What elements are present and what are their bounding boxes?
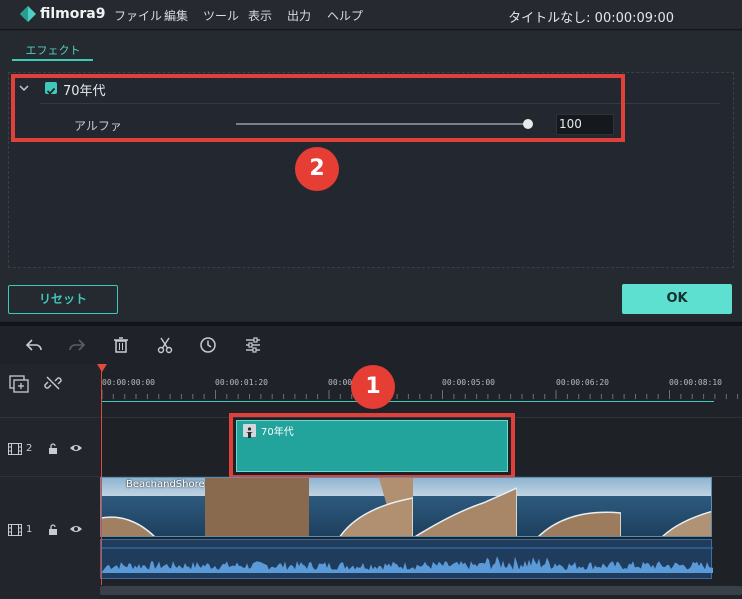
effect-settings-panel: エフェクト 70年代 アルファ 100 2 リセット OK: [0, 31, 742, 321]
menu-help[interactable]: ヘルプ: [327, 7, 363, 24]
redo-icon[interactable]: [67, 335, 87, 355]
lock-icon[interactable]: [48, 524, 58, 536]
highlight-box-1: [229, 413, 515, 479]
ruler-tick-label: 00:00:05:00: [442, 378, 495, 387]
reset-button[interactable]: リセット: [8, 285, 118, 314]
ruler-tick-label: 00:00:06:20: [556, 378, 609, 387]
cut-icon[interactable]: [155, 335, 175, 355]
filmora-logo-icon: [20, 6, 36, 22]
ruler-tick-label: 00:00:01:20: [215, 378, 268, 387]
ruler-tick-label: 00:00:08:10: [669, 378, 722, 387]
highlight-box-2: [11, 74, 625, 142]
menu-tools[interactable]: ツール: [203, 7, 239, 24]
filmora-editor-window: filmora9 ファイル 編集 ツール 表示 出力 ヘルプ タイトルなし: 0…: [0, 0, 742, 599]
eye-icon[interactable]: [69, 524, 83, 534]
menu-export[interactable]: 出力: [287, 7, 311, 24]
unlink-icon[interactable]: [44, 374, 62, 392]
eye-icon[interactable]: [69, 443, 83, 453]
playhead-handle[interactable]: [97, 364, 107, 372]
track-1-header: 1: [8, 521, 98, 541]
menu-view[interactable]: 表示: [248, 7, 272, 24]
menu-file[interactable]: ファイル: [114, 7, 162, 24]
film-track-icon: [8, 524, 22, 536]
ok-button[interactable]: OK: [622, 284, 732, 314]
delete-icon[interactable]: [111, 335, 131, 355]
menu-edit[interactable]: 編集: [164, 7, 188, 24]
timeline-toolbar: [0, 326, 742, 364]
video-clip-beach[interactable]: BeachandShore: [100, 477, 712, 537]
ruler-tick-label: 00:00:00:00: [102, 378, 155, 387]
render-progress-line: [102, 401, 714, 402]
film-track-icon: [8, 443, 22, 455]
track-header-column: 2 1: [0, 364, 100, 599]
annotation-badge-2: 2: [295, 147, 339, 191]
duration-clock-icon[interactable]: [198, 335, 218, 355]
ruler-ticks: [101, 390, 739, 399]
menu-bar: filmora9 ファイル 編集 ツール 表示 出力 ヘルプ タイトルなし: 0…: [0, 0, 742, 30]
track-2-header: 2: [8, 440, 98, 460]
add-track-icon[interactable]: [9, 375, 29, 393]
audio-waveform: [101, 547, 713, 573]
annotation-badge-1: 1: [351, 365, 395, 409]
timeline-ruler[interactable]: 00:00:00:00 00:00:01:20 00:00:03:10 00:0…: [100, 364, 742, 406]
playhead-line[interactable]: [101, 370, 102, 585]
video-clip-label: BeachandShore: [126, 479, 205, 490]
audio-clip-beach[interactable]: [100, 539, 713, 579]
tab-effect-underline: [12, 59, 93, 61]
app-name: filmora9: [40, 6, 106, 22]
undo-icon[interactable]: [24, 335, 44, 355]
timeline-horizontal-scrollbar[interactable]: [100, 586, 742, 595]
project-title: タイトルなし: 00:00:09:00: [508, 11, 674, 26]
track-number: 1: [26, 524, 33, 535]
adjust-sliders-icon[interactable]: [243, 335, 263, 355]
track-number: 2: [26, 443, 33, 454]
lock-icon[interactable]: [48, 443, 58, 455]
